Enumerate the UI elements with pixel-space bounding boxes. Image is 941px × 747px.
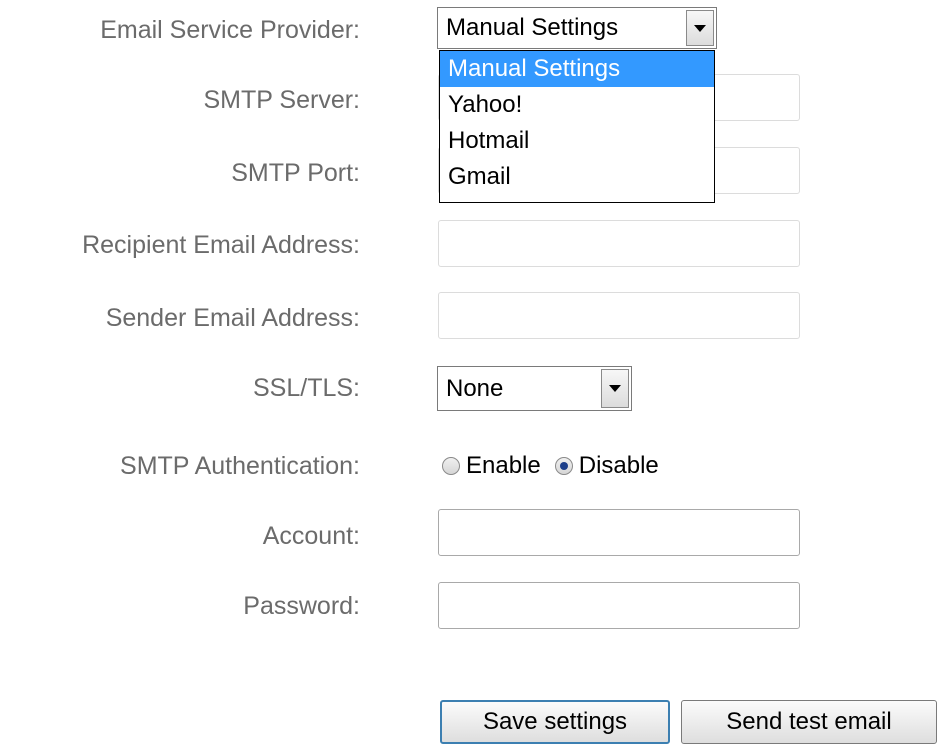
provider-option-yahoo[interactable]: Yahoo! [440,87,714,123]
smtp-port-label: SMTP Port: [231,159,360,187]
sender-email-label: Sender Email Address: [105,304,360,332]
provider-option-gmail[interactable]: Gmail [440,159,714,195]
provider-option-hotmail[interactable]: Hotmail [440,123,714,159]
save-settings-button[interactable]: Save settings [440,700,670,744]
ssl-tls-selected-value: None [446,374,504,402]
smtp-authentication-label: SMTP Authentication: [120,452,360,480]
password-label: Password: [243,592,360,620]
smtp-server-label: SMTP Server: [203,86,360,114]
disable-radio[interactable] [554,457,573,475]
provider-dropdown-list: Manual Settings Yahoo! Hotmail Gmail [439,50,715,203]
recipient-email-label: Recipient Email Address: [82,231,360,259]
chevron-down-icon[interactable] [686,10,714,46]
account-input[interactable] [438,509,800,556]
chevron-down-icon[interactable] [601,369,629,408]
smtp-authentication-radio-group: Enable Disable [442,449,673,483]
recipient-email-input[interactable] [438,220,800,267]
email-service-provider-label: Email Service Provider: [100,16,360,44]
provider-selected-value: Manual Settings [446,14,619,41]
disable-radio-label[interactable]: Disable [579,452,659,480]
enable-radio-label[interactable]: Enable [466,452,541,480]
email-service-provider-select[interactable]: Manual Settings [437,7,717,49]
password-input[interactable] [438,582,800,629]
enable-radio[interactable] [442,457,460,475]
ssl-tls-label: SSL/TLS: [253,374,360,402]
ssl-tls-select[interactable]: None [437,366,632,411]
provider-option-manual[interactable]: Manual Settings [440,51,714,87]
account-label: Account: [262,522,360,550]
send-test-email-button[interactable]: Send test email [681,700,937,744]
sender-email-input[interactable] [438,292,800,339]
